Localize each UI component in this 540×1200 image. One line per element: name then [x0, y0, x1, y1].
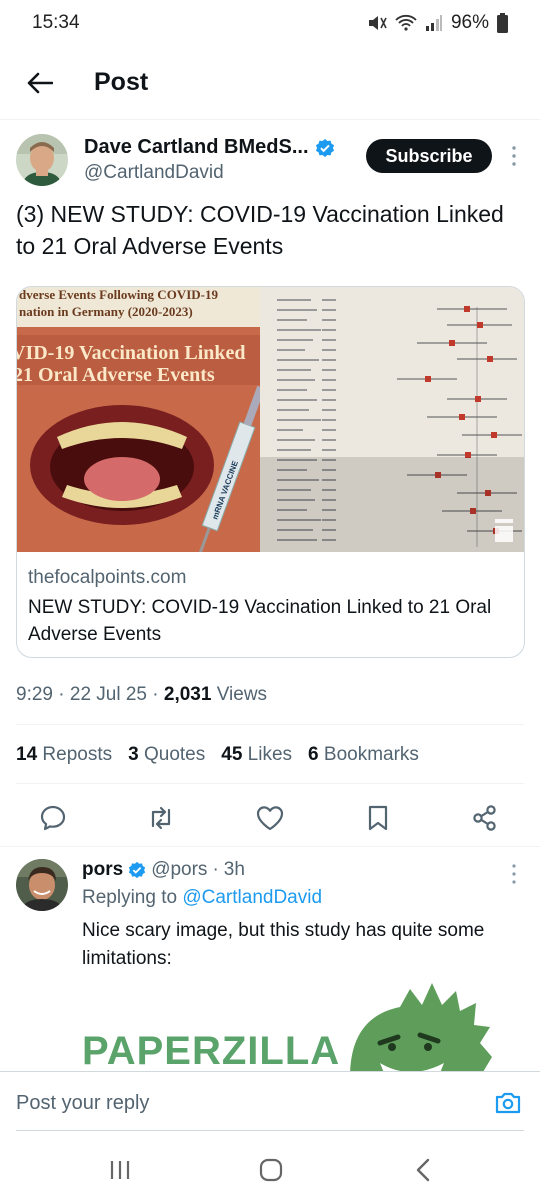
post-time: 9:29: [16, 684, 53, 705]
more-options-icon[interactable]: [507, 144, 521, 168]
status-bar: 15:34 96%: [0, 0, 540, 46]
divider: [16, 783, 524, 784]
reply-more-options-icon[interactable]: [508, 863, 520, 885]
bookmarks-label: Bookmarks: [323, 744, 419, 765]
views-count: 2,031: [163, 684, 212, 705]
subscribe-button[interactable]: Subscribe: [366, 139, 492, 173]
wifi-icon: [395, 14, 417, 32]
status-time: 15:34: [32, 12, 80, 33]
like-button[interactable]: [254, 802, 286, 834]
post-actions: [0, 796, 540, 840]
post-text: (3) NEW STUDY: COVID-19 Vaccination Link…: [16, 201, 504, 259]
recent-apps-icon: [110, 1161, 130, 1179]
divider: [16, 724, 524, 725]
system-nav-bar: [0, 1140, 540, 1200]
image-heading-1: dverse Events Following COVID-19: [19, 287, 218, 302]
signal-icon: [425, 14, 443, 32]
post-date: 22 Jul 25: [69, 684, 147, 705]
reply-post[interactable]: pors @pors · 3h Replying to @CartlandDav…: [0, 846, 540, 1071]
mute-icon: [367, 14, 387, 32]
reply-button[interactable]: [37, 802, 69, 834]
likes-label: Likes: [247, 744, 293, 765]
repost-button[interactable]: [145, 802, 177, 834]
post-stats: 14 Reposts 3 Quotes 45 Likes 6 Bookmarks: [16, 744, 419, 766]
camera-button[interactable]: [494, 1090, 522, 1116]
link-card[interactable]: dverse Events Following COVID-19 nation …: [16, 286, 525, 658]
reply-composer: Post your reply: [0, 1071, 540, 1131]
reply-age: 3h: [223, 859, 245, 880]
author-avatar[interactable]: [16, 134, 68, 186]
arrow-left-icon: [27, 72, 53, 93]
battery-percent: 96%: [450, 12, 489, 33]
reposts-count: 14: [16, 744, 38, 765]
quotes-count: 3: [128, 744, 139, 765]
reply-image-mascot: [350, 983, 492, 1071]
post-meta: 9:29 · 22 Jul 25 · 2,031 Views: [16, 684, 268, 705]
quotes-stat[interactable]: 3 Quotes: [128, 744, 205, 766]
likes-count: 45: [221, 744, 243, 765]
repost-icon: [151, 806, 171, 830]
bookmarks-stat[interactable]: 6 Bookmarks: [308, 744, 419, 766]
bookmark-button[interactable]: [362, 802, 394, 834]
views-label: Views: [216, 684, 268, 705]
top-bar: Post: [0, 46, 540, 120]
heart-icon: [256, 806, 284, 831]
page-title: Post: [94, 68, 149, 96]
home-icon: [259, 1158, 283, 1182]
battery-icon: [497, 13, 508, 33]
image-overlay-1: VID-19 Vaccination Linked: [17, 342, 246, 364]
share-button[interactable]: [469, 802, 501, 834]
status-icons: 96%: [367, 12, 508, 34]
home-button[interactable]: [256, 1156, 286, 1184]
replying-to-link[interactable]: @CartlandDavid: [182, 887, 322, 908]
share-icon: [473, 805, 496, 831]
likes-stat[interactable]: 45 Likes: [221, 744, 292, 766]
replying-prefix: Replying to: [82, 887, 178, 908]
verified-badge-icon: [128, 861, 146, 879]
bookmarks-count: 6: [308, 744, 319, 765]
image-heading-2: nation in Germany (2020-2023): [19, 304, 193, 319]
image-gallery-icon: [495, 519, 513, 542]
author-handle[interactable]: @CartlandDavid: [84, 162, 224, 184]
reply-avatar[interactable]: [16, 859, 68, 911]
link-card-image: dverse Events Following COVID-19 nation …: [17, 287, 524, 552]
reply-text: Nice scary image, but this study has qui…: [82, 920, 485, 969]
back-nav-button[interactable]: [408, 1156, 438, 1184]
reply-header: pors @pors · 3h: [82, 859, 245, 881]
reposts-stat[interactable]: 14 Reposts: [16, 744, 112, 766]
reply-input[interactable]: Post your reply: [16, 1092, 149, 1115]
reposts-label: Reposts: [42, 744, 113, 765]
reply-separator: ·: [212, 859, 219, 880]
camera-icon: [495, 1092, 521, 1114]
post-author: Dave Cartland BMedS... @CartlandDavid Su…: [16, 130, 526, 192]
author-name-text: Dave Cartland BMedS...: [84, 136, 309, 158]
author-name[interactable]: Dave Cartland BMedS...: [84, 136, 335, 159]
link-card-title: NEW STUDY: COVID-19 Vaccination Linked t…: [28, 597, 492, 645]
reply-author-handle[interactable]: @pors: [151, 859, 207, 881]
back-chevron-icon: [416, 1158, 430, 1182]
quotes-label: Quotes: [143, 744, 206, 765]
bookmark-icon: [368, 805, 388, 831]
reply-author-name[interactable]: pors: [82, 859, 123, 881]
verified-badge-icon: [315, 138, 334, 157]
replying-to: Replying to @CartlandDavid: [82, 887, 322, 909]
recent-apps-button[interactable]: [105, 1156, 135, 1184]
image-overlay-2: 21 Oral Adverse Events: [17, 364, 215, 386]
comment-icon: [40, 805, 66, 831]
composer-underline: [16, 1130, 524, 1131]
link-card-domain: thefocalpoints.com: [28, 567, 187, 588]
reply-image-text: PAPERZILLA: [82, 1029, 341, 1071]
back-button[interactable]: [20, 63, 60, 103]
